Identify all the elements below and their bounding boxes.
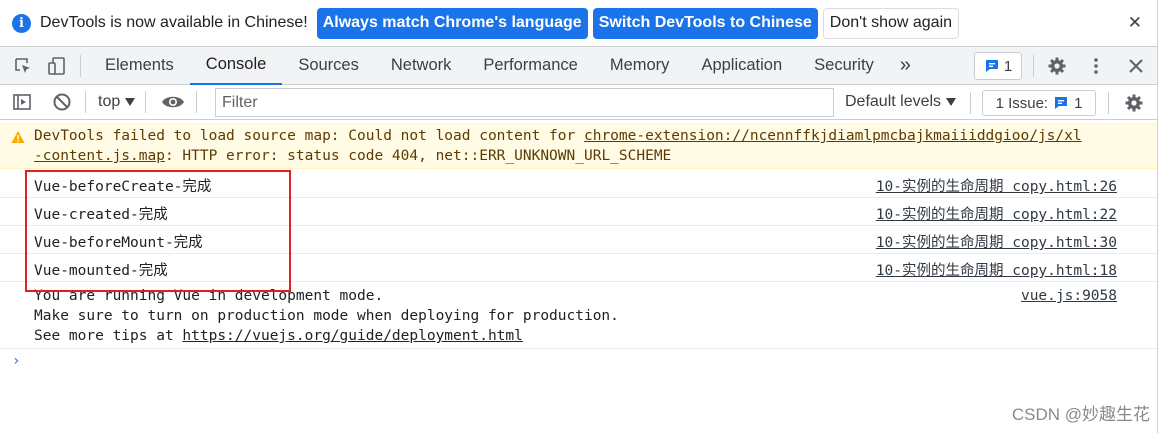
toolbar-divider xyxy=(970,92,971,114)
toolbar-divider xyxy=(80,54,81,77)
vue-notice-line: See more tips at https://vuejs.org/guide… xyxy=(34,328,523,344)
toolbar-divider xyxy=(196,91,198,113)
vue-dev-mode-notice: You are running Vue in development mode.… xyxy=(0,282,1164,349)
source-map-link[interactable]: chrome-extension://ncennffkjdiamlpmcbajk… xyxy=(584,128,1082,144)
source-map-link[interactable]: -content.js.map xyxy=(34,148,165,164)
log-source-link[interactable]: 10-实例的生命周期 copy.html:22 xyxy=(876,203,1117,224)
log-levels-dropdown[interactable]: Default levels xyxy=(845,93,957,111)
warning-text: DevTools failed to load source map: Coul… xyxy=(34,128,584,144)
warning-line-1: DevTools failed to load source map: Coul… xyxy=(34,128,1082,144)
tab-application[interactable]: Application xyxy=(685,47,798,85)
device-toolbar-icon[interactable] xyxy=(46,55,68,77)
log-source-link[interactable]: vue.js:9058 xyxy=(1021,288,1117,304)
tab-performance[interactable]: Performance xyxy=(467,47,593,85)
issues-button[interactable]: 1 Issue: 1 xyxy=(982,90,1096,116)
console-prompt-chevron-icon[interactable]: › xyxy=(12,353,20,369)
console-messages: DevTools failed to load source map: Coul… xyxy=(0,121,1164,433)
window-edge xyxy=(1157,0,1164,433)
issues-label: 1 Issue: xyxy=(995,94,1049,112)
filter-input[interactable] xyxy=(215,88,834,117)
always-match-language-button[interactable]: Always match Chrome's language xyxy=(316,7,588,39)
chat-bubble-icon xyxy=(985,60,998,72)
tab-security[interactable]: Security xyxy=(798,47,890,85)
toolbar-divider xyxy=(85,91,86,113)
javascript-context-select[interactable]: top xyxy=(98,93,136,111)
toolbar-divider xyxy=(145,91,147,113)
csdn-watermark: CSDN @妙趣生花 xyxy=(1011,405,1150,424)
console-toolbar: top Default levels 1 Issue: 1 xyxy=(0,85,1164,120)
tab-console[interactable]: Console xyxy=(189,47,283,85)
toolbar-divider xyxy=(1108,92,1109,114)
warning-text: : HTTP error: status code 404, net::ERR_… xyxy=(164,148,672,164)
live-expression-eye-icon[interactable] xyxy=(160,91,186,113)
clear-console-icon[interactable] xyxy=(51,91,73,113)
inspect-element-icon[interactable] xyxy=(12,55,34,77)
context-value: top xyxy=(98,93,121,110)
devtools-tabbar: Elements Console Sources Network Perform… xyxy=(0,47,1164,85)
dont-show-again-button[interactable]: Don't show again xyxy=(822,7,960,39)
log-levels-value: Default levels xyxy=(845,93,942,110)
info-icon: i xyxy=(12,13,31,33)
switch-to-chinese-button[interactable]: Switch DevTools to Chinese xyxy=(592,7,818,39)
vue-notice-text: See more tips at xyxy=(34,328,183,344)
log-source-link[interactable]: 10-实例的生命周期 copy.html:26 xyxy=(876,175,1117,196)
settings-gear-icon[interactable] xyxy=(1046,55,1068,77)
tab-memory[interactable]: Memory xyxy=(594,47,686,85)
warning-message: DevTools failed to load source map: Coul… xyxy=(0,123,1164,169)
warning-triangle-icon xyxy=(11,131,25,143)
warning-line-2: -content.js.map: HTTP error: status code… xyxy=(34,148,671,164)
more-tabs-icon[interactable]: » xyxy=(890,47,921,85)
vue-notice-line: Make sure to turn on production mode whe… xyxy=(34,308,619,324)
tab-elements[interactable]: Elements xyxy=(89,47,190,85)
more-options-kebab-icon[interactable] xyxy=(1085,55,1107,77)
tab-network[interactable]: Network xyxy=(375,47,468,85)
log-source-link[interactable]: 10-实例的生命周期 copy.html:30 xyxy=(876,231,1117,252)
vue-deployment-link[interactable]: https://vuejs.org/guide/deployment.html xyxy=(182,328,522,344)
close-devtools-icon[interactable] xyxy=(1125,55,1147,77)
tab-sources[interactable]: Sources xyxy=(282,47,375,85)
console-settings-gear-icon[interactable] xyxy=(1123,92,1145,114)
toolbar-divider xyxy=(1033,55,1034,77)
infobar-message: DevTools is now available in Chinese! xyxy=(40,14,308,31)
issues-count: 1 xyxy=(1003,57,1013,75)
language-infobar: i DevTools is now available in Chinese! … xyxy=(0,0,1164,47)
show-sidebar-icon[interactable] xyxy=(11,91,33,113)
issues-count: 1 xyxy=(1074,94,1083,112)
dropdown-arrow-icon xyxy=(125,98,136,106)
infobar-close-icon[interactable]: ✕ xyxy=(1128,13,1142,33)
chat-bubble-icon xyxy=(1055,97,1068,109)
issues-counter-button[interactable]: 1 xyxy=(974,52,1022,80)
annotation-highlight-box xyxy=(25,170,291,292)
log-source-link[interactable]: 10-实例的生命周期 copy.html:18 xyxy=(876,259,1117,280)
dropdown-arrow-icon xyxy=(946,98,957,106)
